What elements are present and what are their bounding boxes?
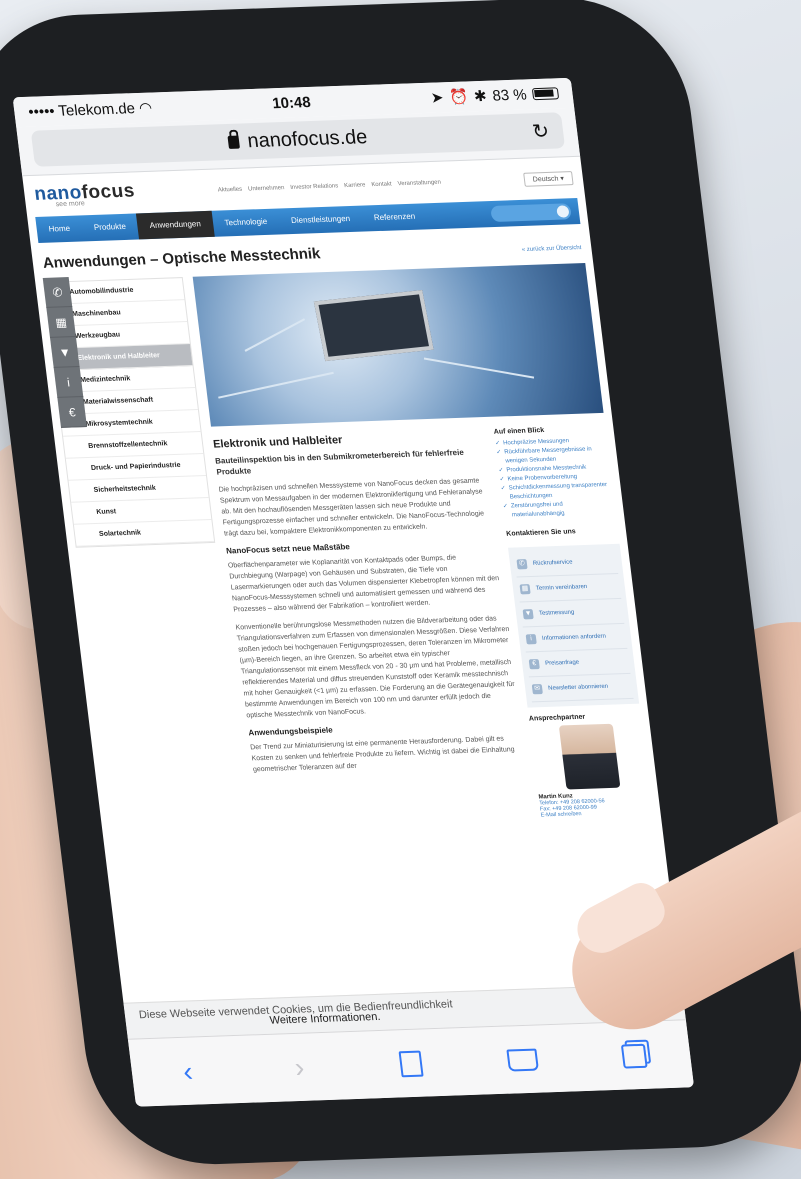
contact-title: Kontaktieren Sie uns — [505, 528, 577, 538]
article-paragraph: Oberflächenparameter wie Koplanarität vo… — [227, 554, 500, 614]
meta-nav: Aktuelles Unternehmen Investor Relations… — [135, 176, 525, 196]
share-icon[interactable] — [386, 1041, 435, 1087]
wifi-icon: ◠ — [138, 99, 154, 117]
price-icon[interactable]: € — [57, 396, 87, 428]
carrier-label: ••••• Telekom.de ◠ — [27, 99, 154, 121]
status-right: ➤ ⏰ ✱ 83 % — [429, 84, 560, 107]
side-menu-item[interactable]: Solartechnik — [73, 519, 215, 547]
nav-dienstleistungen[interactable]: Dienstleistungen — [278, 206, 364, 235]
phone-icon[interactable]: ✆ — [42, 277, 73, 308]
bookmarks-icon[interactable] — [498, 1037, 547, 1083]
meta-nav-item[interactable]: Kontakt — [371, 181, 392, 188]
calendar-icon: ▦ — [519, 584, 531, 595]
nav-referenzen[interactable]: Referenzen — [360, 203, 428, 231]
test-measurement-button[interactable]: ▼ Testmessung — [519, 598, 625, 628]
measure-icon: ▼ — [522, 609, 534, 620]
at-a-glance-title: Auf einen Blick — [493, 426, 545, 436]
main-column: Elektronik und Halbleiter Bauteilinspekt… — [192, 259, 653, 828]
article-area: Elektronik und Halbleiter Bauteilinspekt… — [212, 425, 652, 829]
info-icon: i — [525, 634, 537, 645]
calendar-icon[interactable]: ▦ — [46, 307, 76, 338]
measure-icon[interactable]: ▼ — [50, 336, 80, 368]
contact-person: Ansprechpartner Martin Kunz Telefon: +49… — [529, 712, 653, 819]
glance-item: Zerstörungsfrei und materialunabhängig — [502, 499, 616, 521]
bluetooth-icon: ✱ — [472, 87, 488, 106]
location-icon: ➤ — [429, 89, 445, 107]
price-icon: € — [528, 659, 540, 670]
alarm-icon: ⏰ — [448, 88, 470, 107]
meta-nav-item[interactable]: Unternehmen — [248, 185, 285, 192]
request-info-button[interactable]: i Informationen anfordern — [522, 623, 628, 653]
reload-icon[interactable]: ↻ — [531, 118, 551, 144]
meta-nav-item[interactable]: Investor Relations — [290, 183, 339, 191]
article-paragraph: Konventionelle berührungslose Messmethod… — [235, 615, 516, 720]
avatar — [558, 723, 621, 790]
url-text: nanofocus.de — [246, 125, 369, 152]
article-paragraph: Der Trend zur Miniaturisierung ist eine … — [249, 735, 515, 774]
meta-nav-item[interactable]: Veranstaltungen — [397, 179, 441, 187]
price-request-button[interactable]: € Preisanfrage — [525, 648, 631, 678]
article: Elektronik und Halbleiter Bauteilinspekt… — [212, 429, 541, 829]
nav-anwendungen[interactable]: Anwendungen — [136, 210, 215, 240]
appointment-button[interactable]: ▦ Termin vereinbaren — [516, 573, 622, 603]
logo-text-focus: focus — [80, 180, 136, 204]
article-paragraph: Die hochpräzisen und schnellen Messsyste… — [218, 477, 485, 538]
chevron-right-icon[interactable]: › — [275, 1045, 324, 1091]
chevron-left-icon[interactable]: ‹ — [163, 1049, 212, 1095]
partner-title: Ansprechpartner — [528, 713, 586, 723]
circuit-trace — [244, 318, 306, 352]
lock-icon — [227, 135, 241, 149]
battery-icon — [531, 87, 560, 101]
phone-icon: ✆ — [516, 559, 528, 570]
back-link[interactable]: « zurück zur Übersicht — [522, 245, 582, 253]
article-lead: Bauteilinspektion bis in den Submikromet… — [214, 447, 465, 477]
site-search-input[interactable] — [490, 203, 572, 223]
tabs-icon[interactable] — [610, 1033, 659, 1079]
clock: 10:48 — [271, 93, 312, 112]
hero-image-circuit-board — [192, 262, 604, 427]
callback-button[interactable]: ✆ Rückrufservice — [513, 548, 619, 578]
newsletter-icon: ✉ — [531, 684, 543, 695]
meta-nav-item[interactable]: Karriere — [344, 182, 366, 189]
battery-percent: 83 % — [491, 85, 528, 105]
page-content: Automobilindustrie Maschinenbau Werkzeug… — [35, 259, 661, 834]
newsletter-button[interactable]: ✉ Newsletter abonnieren — [528, 673, 634, 703]
circuit-trace — [218, 371, 334, 399]
chip-graphic — [313, 289, 434, 362]
info-icon[interactable]: i — [53, 366, 84, 398]
site-logo[interactable]: nanofocus see more — [33, 180, 136, 208]
page-title: Anwendungen – Optische Messtechnik — [41, 245, 322, 272]
meta-nav-item[interactable]: Aktuelles — [217, 186, 242, 193]
nav-home[interactable]: Home — [35, 215, 83, 243]
nav-produkte[interactable]: Produkte — [80, 213, 139, 241]
nav-technologie[interactable]: Technologie — [211, 208, 281, 236]
circuit-trace — [423, 357, 535, 379]
contact-box: ✆ Rückrufservice ▦ Termin vereinbaren ▼ Tes… — [507, 543, 640, 708]
language-select[interactable]: Deutsch ▾ — [522, 170, 574, 187]
